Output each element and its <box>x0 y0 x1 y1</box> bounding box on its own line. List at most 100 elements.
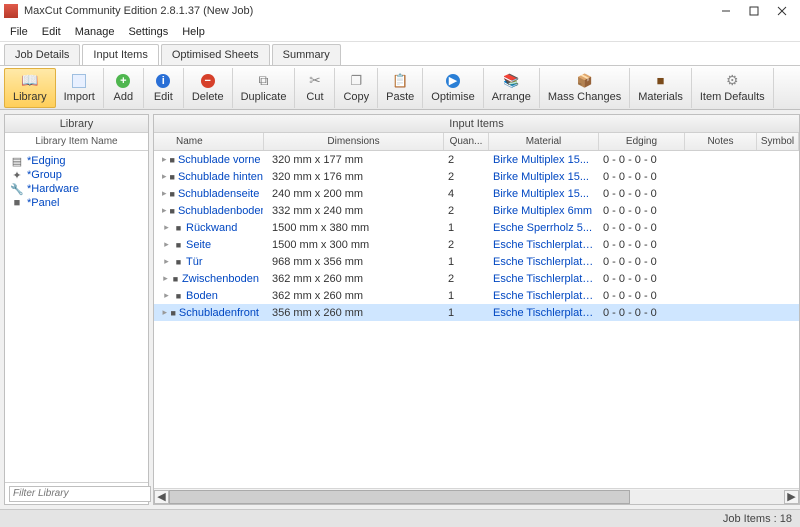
cell-name: ▸■Schubladenseite <box>154 188 264 200</box>
library-footer: Qty <box>5 482 148 504</box>
table-body: ▸■Schublade vorne320 mm x 177 mm2Birke M… <box>154 151 799 488</box>
cell-name-text: Boden <box>186 290 218 302</box>
duplicate-icon: ⧉ <box>256 73 272 89</box>
minimize-button[interactable] <box>712 1 740 21</box>
cell-name-text: Rückwand <box>186 222 237 234</box>
cell-edging: 0 - 0 - 0 - 0 <box>599 239 685 251</box>
column-dim[interactable]: Dimensions <box>264 133 444 150</box>
scroll-left-icon[interactable]: ◀ <box>154 490 169 504</box>
menu-edit[interactable]: Edit <box>36 24 67 40</box>
optimise-label: Optimise <box>431 91 474 103</box>
edit-button[interactable]: iEdit <box>144 68 184 108</box>
delete-label: Delete <box>192 91 224 103</box>
panel-icon: ■ <box>174 240 183 249</box>
table-row[interactable]: ▸■Seite1500 mm x 300 mm2Esche Tischlerpl… <box>154 236 799 253</box>
column-name[interactable]: Name <box>154 133 264 150</box>
row-expand-icon[interactable]: ▸ <box>162 189 167 198</box>
column-qty[interactable]: Quan... <box>444 133 489 150</box>
table-row[interactable]: ▸■Schubladenfront356 mm x 260 mm1Esche T… <box>154 304 799 321</box>
copy-label: Copy <box>343 91 369 103</box>
table-row[interactable]: ▸■Schubladenseite240 mm x 200 mm4Birke M… <box>154 185 799 202</box>
scroll-track[interactable] <box>169 490 784 504</box>
materials-button[interactable]: ■Materials <box>630 68 692 108</box>
add-button[interactable]: +Add <box>104 68 144 108</box>
app-icon <box>4 4 18 18</box>
document-tabs: Job DetailsInput ItemsOptimised SheetsSu… <box>0 42 800 66</box>
column-notes[interactable]: Notes <box>685 133 757 150</box>
scroll-right-icon[interactable]: ▶ <box>784 490 799 504</box>
copy-button[interactable]: ❐Copy <box>335 68 378 108</box>
maximize-button[interactable] <box>740 1 768 21</box>
menu-settings[interactable]: Settings <box>122 24 174 40</box>
arrange-button[interactable]: 📚Arrange <box>484 68 540 108</box>
row-expand-icon[interactable]: ▸ <box>162 172 167 181</box>
table-row[interactable]: ▸■Tür968 mm x 356 mm1Esche Tischlerplatt… <box>154 253 799 270</box>
library-button[interactable]: 📖Library <box>4 68 56 108</box>
tab-summary[interactable]: Summary <box>272 44 341 65</box>
import-button[interactable]: Import <box>56 68 104 108</box>
cell-quantity: 2 <box>444 239 489 251</box>
cell-dimensions: 968 mm x 356 mm <box>264 256 444 268</box>
scroll-thumb[interactable] <box>169 490 630 504</box>
table-row[interactable]: ▸■Boden362 mm x 260 mm1Esche Tischlerpla… <box>154 287 799 304</box>
row-expand-icon[interactable]: ▸ <box>162 257 171 266</box>
edit-label: Edit <box>154 91 173 103</box>
table-row[interactable]: ▸■Schublade hinten320 mm x 176 mm2Birke … <box>154 168 799 185</box>
mass-changes-button[interactable]: 📦Mass Changes <box>540 68 630 108</box>
duplicate-button[interactable]: ⧉Duplicate <box>233 68 296 108</box>
tab-job-details[interactable]: Job Details <box>4 44 80 65</box>
cell-quantity: 1 <box>444 222 489 234</box>
input-items-panel: Input Items NameDimensionsQuan...Materia… <box>153 114 800 505</box>
menu-help[interactable]: Help <box>176 24 211 40</box>
library-item-panel[interactable]: ■ *Panel <box>9 196 144 210</box>
menubar: FileEditManageSettingsHelp <box>0 22 800 42</box>
filter-library-input[interactable] <box>9 486 151 502</box>
library-item-group[interactable]: ✦*Group <box>9 168 144 182</box>
library-icon: 📖 <box>22 73 38 89</box>
library-item-edging[interactable]: ▤*Edging <box>9 154 144 168</box>
row-expand-icon[interactable]: ▸ <box>162 291 171 300</box>
table-row[interactable]: ▸■Schubladenboden332 mm x 240 mm2Birke M… <box>154 202 799 219</box>
item-defaults-button[interactable]: ⚙Item Defaults <box>692 68 774 108</box>
row-expand-icon[interactable]: ▸ <box>162 206 167 215</box>
cell-dimensions: 1500 mm x 380 mm <box>264 222 444 234</box>
row-expand-icon[interactable]: ▸ <box>162 223 171 232</box>
cell-material: Birke Multiplex 15... <box>489 188 599 200</box>
close-button[interactable] <box>768 1 796 21</box>
cell-quantity: 4 <box>444 188 489 200</box>
cell-edging: 0 - 0 - 0 - 0 <box>599 290 685 302</box>
paste-button[interactable]: 📋Paste <box>378 68 423 108</box>
column-edg[interactable]: Edging <box>599 133 685 150</box>
tab-optimised-sheets[interactable]: Optimised Sheets <box>161 44 270 65</box>
panel-icon: ■ <box>11 197 23 209</box>
tab-input-items[interactable]: Input Items <box>82 44 158 65</box>
cell-edging: 0 - 0 - 0 - 0 <box>599 256 685 268</box>
menu-manage[interactable]: Manage <box>69 24 121 40</box>
cell-name: ▸■Rückwand <box>154 222 264 234</box>
delete-icon: − <box>200 73 216 89</box>
library-item-label: *Panel <box>27 197 59 209</box>
column-mat[interactable]: Material <box>489 133 599 150</box>
table-row[interactable]: ▸■Zwischenboden362 mm x 260 mm2Esche Tis… <box>154 270 799 287</box>
row-expand-icon[interactable]: ▸ <box>162 240 171 249</box>
row-expand-icon[interactable]: ▸ <box>162 155 167 164</box>
delete-button[interactable]: − Delete <box>184 68 233 108</box>
cell-edging: 0 - 0 - 0 - 0 <box>599 154 685 166</box>
cell-material: Esche Sperrholz 5... <box>489 222 599 234</box>
cell-dimensions: 362 mm x 260 mm <box>264 290 444 302</box>
menu-file[interactable]: File <box>4 24 34 40</box>
input-items-title: Input Items <box>154 115 799 133</box>
cell-quantity: 2 <box>444 273 489 285</box>
arrange-label: Arrange <box>492 91 531 103</box>
cut-button[interactable]: ✂Cut <box>295 68 335 108</box>
row-expand-icon[interactable]: ▸ <box>162 274 169 283</box>
row-expand-icon[interactable]: ▸ <box>162 308 167 317</box>
library-item-hardware[interactable]: 🔧*Hardware <box>9 182 144 196</box>
horizontal-scrollbar[interactable]: ◀ ▶ <box>154 488 799 504</box>
optimise-button[interactable]: ▶Optimise <box>423 68 483 108</box>
library-item-label: *Edging <box>27 155 66 167</box>
column-sym[interactable]: Symbol <box>757 133 799 150</box>
panel-icon: ■ <box>172 274 179 283</box>
table-row[interactable]: ▸■Schublade vorne320 mm x 177 mm2Birke M… <box>154 151 799 168</box>
table-row[interactable]: ▸■Rückwand1500 mm x 380 mm1Esche Sperrho… <box>154 219 799 236</box>
